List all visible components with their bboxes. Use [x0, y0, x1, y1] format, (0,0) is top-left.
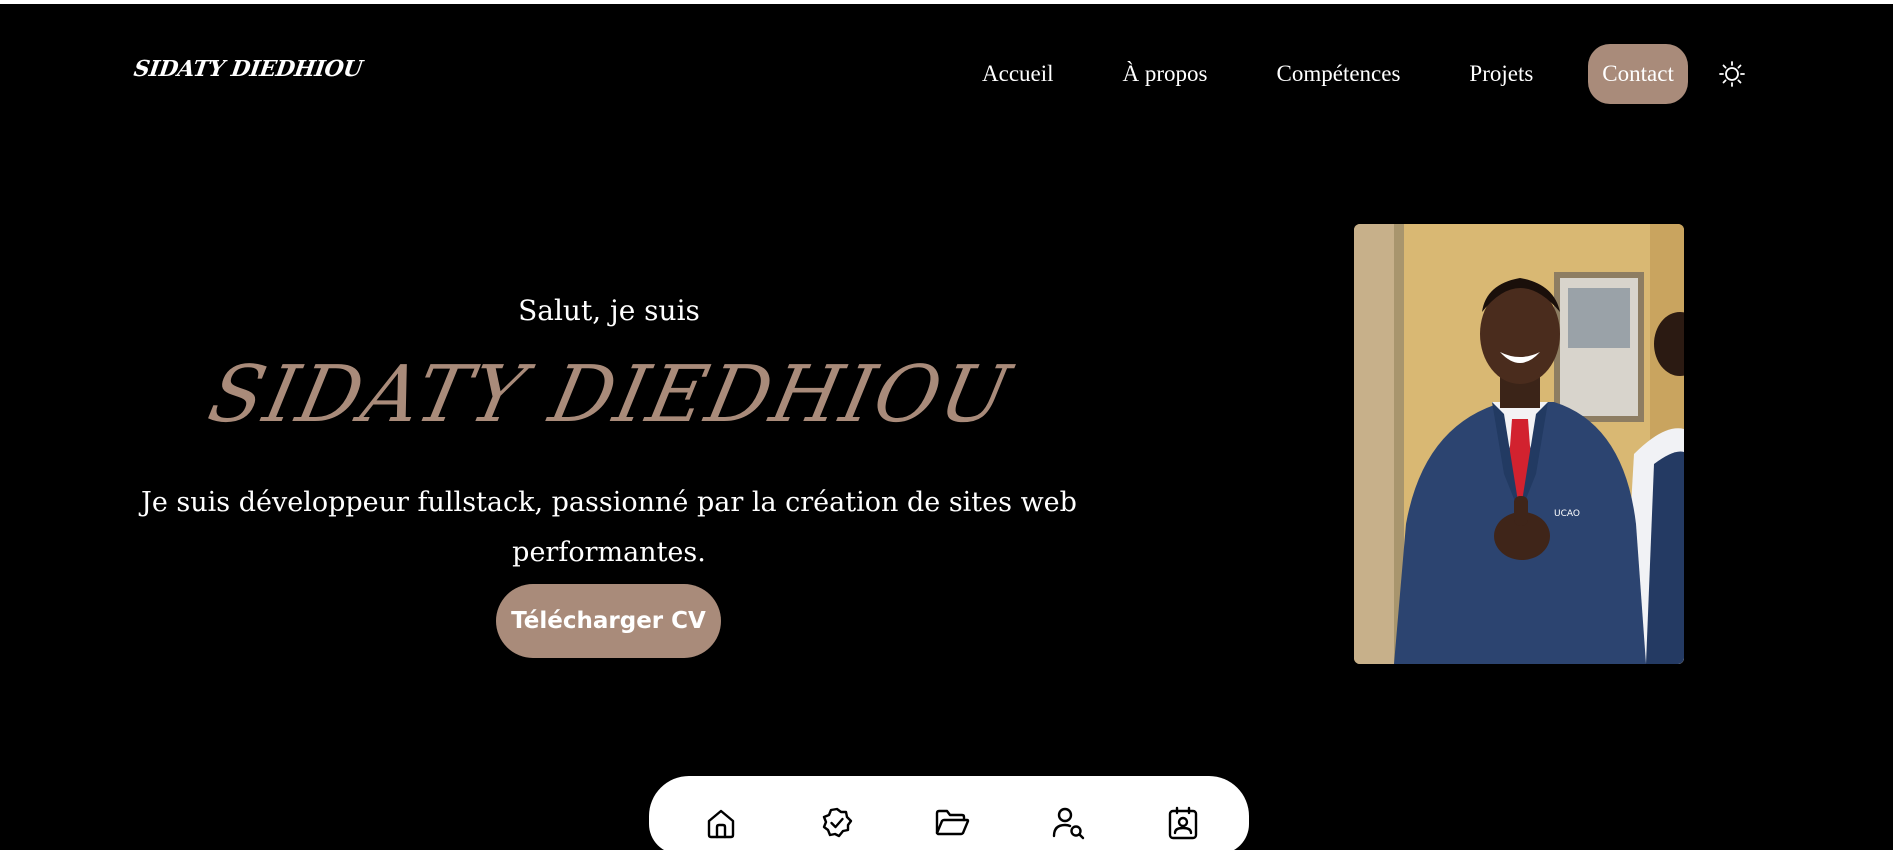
bottom-dock — [649, 776, 1249, 850]
nav-contact[interactable]: Contact — [1588, 44, 1688, 104]
profile-photo: UCAO — [1354, 224, 1684, 664]
dock-home-button[interactable] — [701, 803, 741, 843]
home-icon — [707, 809, 735, 839]
user-search-icon — [1052, 807, 1084, 840]
page: SIDATY DIEDHIOU Accueil À propos Compéte… — [0, 0, 1893, 850]
verified-badge-icon — [822, 807, 852, 838]
folder-open-icon — [935, 809, 970, 836]
nav-accueil[interactable]: Accueil — [968, 44, 1068, 104]
hero-greeting: Salut, je suis — [518, 294, 700, 327]
sun-icon — [1718, 61, 1745, 87]
contact-card-icon — [1168, 806, 1198, 840]
download-cv-button[interactable]: Télécharger CV — [496, 584, 721, 658]
hero-name: SIDATY DIEDHIOU — [201, 350, 1019, 440]
site-logo[interactable]: SIDATY DIEDHIOU — [132, 56, 364, 82]
theme-toggle-button[interactable] — [1716, 58, 1748, 90]
nav-projets[interactable]: Projets — [1455, 44, 1547, 104]
dock-skills-button[interactable] — [817, 803, 857, 843]
dock-projects-button[interactable] — [932, 803, 972, 843]
dock-contact-button[interactable] — [1163, 803, 1203, 843]
nav-a-propos[interactable]: À propos — [1109, 44, 1222, 104]
dock-about-button[interactable] — [1048, 803, 1088, 843]
nav-competences[interactable]: Compétences — [1263, 44, 1415, 104]
hero-tagline: Je suis développeur fullstack, passionné… — [141, 487, 1077, 568]
main-nav: Accueil À propos Compétences Projets Con… — [968, 44, 1748, 104]
svg-text:UCAO: UCAO — [1554, 509, 1580, 519]
